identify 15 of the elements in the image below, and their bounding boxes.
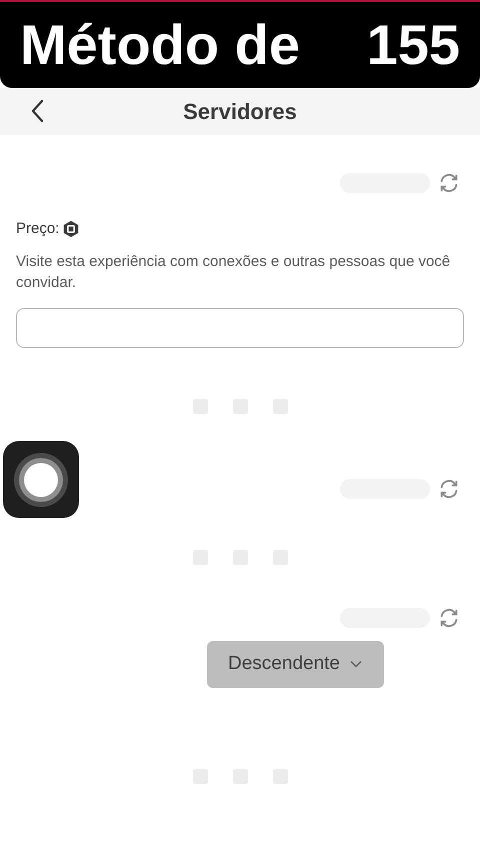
price-label: Preço:	[16, 219, 60, 239]
input-field[interactable]	[16, 308, 464, 348]
assistive-touch-button[interactable]	[3, 441, 79, 518]
back-icon	[30, 99, 46, 123]
refresh-icon[interactable]	[438, 172, 460, 194]
description-text: Visite esta experiência com conexões e outras pessoas que você convidar.	[15, 252, 452, 292]
circle-icon	[13, 452, 69, 508]
header-title: Servidores	[183, 98, 297, 126]
chevron-down-icon	[350, 660, 362, 668]
caption-text: Método de	[20, 17, 300, 73]
refresh-icon[interactable]	[438, 606, 460, 628]
refresh-icon[interactable]	[438, 478, 460, 500]
currency-icon	[62, 220, 80, 238]
sort-dropdown[interactable]: Descendente	[206, 640, 384, 688]
caption-text: 155	[366, 17, 460, 73]
